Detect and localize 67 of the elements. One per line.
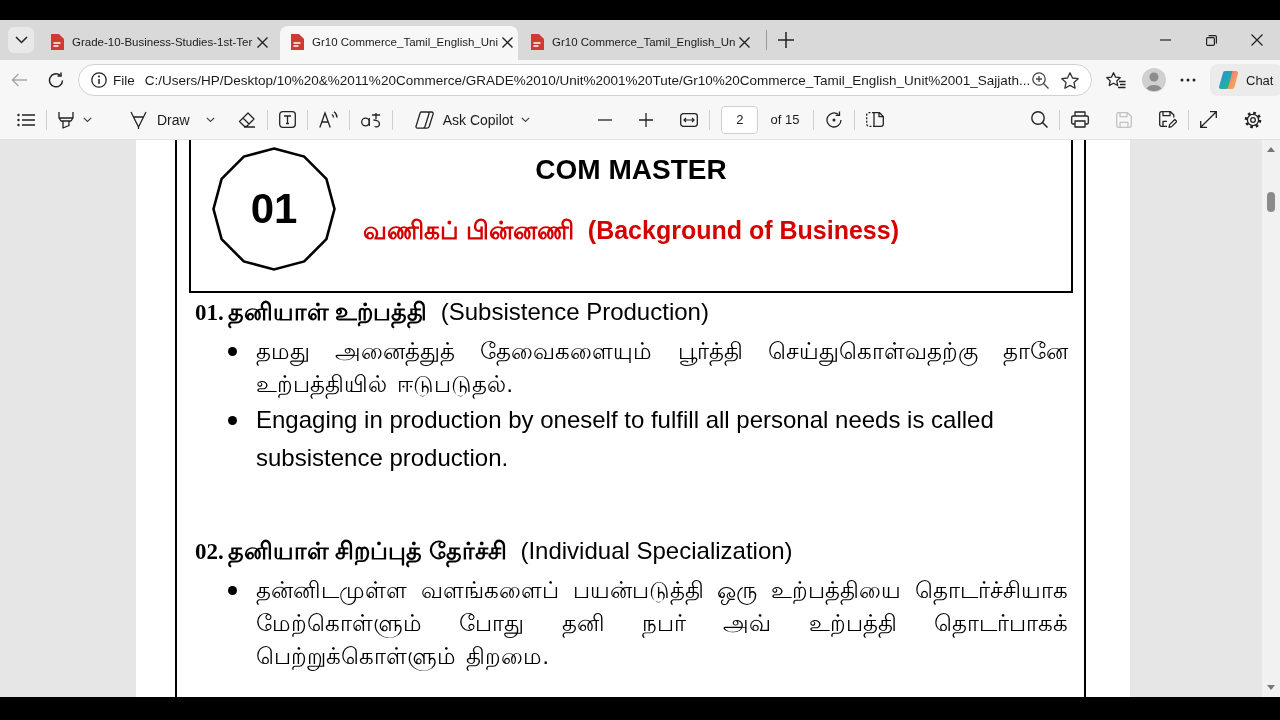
caret-down-icon[interactable] xyxy=(83,116,92,123)
bullet-text: தமது அனைத்துத் தேவைகளையும் பூர்த்தி செய்துகொள்வதற்கு தானே உற்பத்தியில் ஈடுபடுதல். xyxy=(256,337,1068,401)
browser-tab[interactable]: Gr10 Commerce_Tamil_English_Un xyxy=(520,26,758,60)
print-icon[interactable] xyxy=(1071,111,1089,128)
plus-icon[interactable] xyxy=(639,112,654,127)
bullet-text: தன்னிடமுள்ள வளங்களைப் பயன்படுத்தி ஒரு உற்பத்தியை தொடர்ச்சியாக மேற்கொள்ளும் போது தனி நபர் அவ் உற்பத்தி தொடர்பாகக் பெற்றுக்கொள்ளும் திறமை. xyxy=(256,576,1068,673)
file-icon xyxy=(530,34,544,50)
translate-icon[interactable] xyxy=(360,111,381,128)
fit-width-icon[interactable] xyxy=(680,112,699,127)
unit-subtitle: வணிகப் பின்னணி (Background of Business) xyxy=(362,215,900,245)
page-number-field[interactable]: 2 xyxy=(721,105,759,134)
eraser-icon[interactable] xyxy=(237,111,256,128)
browser-tab[interactable]: Gr10 Commerce_Tamil_English_Uni xyxy=(280,26,518,60)
chat-button[interactable]: Chat xyxy=(1210,64,1280,96)
minimize-icon xyxy=(1159,39,1171,41)
scrollbar-thumb[interactable] xyxy=(1267,192,1275,212)
bullet-dot-icon xyxy=(228,416,237,425)
pen-icon xyxy=(130,110,147,129)
contents-list-icon[interactable] xyxy=(17,112,35,127)
restore-icon xyxy=(1205,34,1217,46)
bullet-dot-icon xyxy=(228,347,237,356)
caret-down-icon xyxy=(205,116,215,123)
more-icon[interactable] xyxy=(1180,78,1196,82)
url-text: C:/Users/HP/Desktop/10%20&%2011%20Commerce/GRADE%2010/Unit%2001%20Tute/Gr10%20Commerce_Tamil_English_Unit%2001_Sajjath... xyxy=(144,72,1031,88)
avatar-icon[interactable] xyxy=(1142,68,1166,92)
browser-tab[interactable]: Grade-10-Business-Studies-1st-Ter xyxy=(40,26,278,60)
refresh-icon[interactable] xyxy=(48,72,64,88)
dodecagon-frame-icon xyxy=(212,147,336,271)
unit-number: 01 xyxy=(250,185,298,233)
bullet-dot-icon xyxy=(228,586,237,595)
document-title: COM MASTER xyxy=(534,153,728,187)
info-icon xyxy=(91,72,107,88)
ask-copilot-button[interactable]: Ask Copilot xyxy=(408,104,537,135)
scroll-up-icon[interactable] xyxy=(1267,147,1275,152)
site-info-button[interactable]: File xyxy=(85,68,141,92)
star-icon[interactable] xyxy=(1061,71,1079,89)
page-count: of 15 xyxy=(770,112,800,127)
fullscreen-icon[interactable] xyxy=(1200,111,1217,128)
minus-icon[interactable] xyxy=(598,118,613,121)
draw-button[interactable]: Draw xyxy=(124,104,221,135)
favorites-icon[interactable] xyxy=(1106,71,1126,89)
text-box-icon[interactable] xyxy=(278,111,296,128)
chevron-down-icon xyxy=(14,36,28,44)
two-page-view-icon[interactable] xyxy=(866,112,885,127)
tab-list-button[interactable] xyxy=(8,27,34,53)
scroll-down-icon[interactable] xyxy=(1267,685,1275,690)
app-logo-icon xyxy=(1218,70,1240,90)
rotate-icon[interactable] xyxy=(825,111,844,128)
close-icon[interactable] xyxy=(257,36,268,48)
zoom-in-icon[interactable] xyxy=(1032,71,1049,89)
read-aloud-icon[interactable] xyxy=(318,111,338,128)
file-icon xyxy=(50,34,64,50)
settings-icon[interactable] xyxy=(1244,110,1262,129)
section-number: 02. xyxy=(195,538,224,566)
overlapping-shapes-icon xyxy=(414,110,435,129)
search-icon[interactable] xyxy=(1031,111,1048,128)
file-icon xyxy=(290,34,304,50)
section-number: 01. xyxy=(195,299,224,327)
save-as-icon[interactable] xyxy=(1159,111,1177,128)
close-icon xyxy=(1251,34,1263,46)
plus-icon[interactable] xyxy=(778,32,794,48)
close-icon[interactable] xyxy=(502,36,513,48)
close-icon[interactable] xyxy=(739,36,751,48)
address-field[interactable]: File C:/Users/HP/Desktop/10%20&%2011%20Commerce/GRADE%2010/Unit%2001%20Tute/Gr10%20Commerce_Tamil_English_Unit%2001_Sajjath... xyxy=(78,64,1092,96)
highlighter-icon[interactable] xyxy=(58,110,74,129)
bullet-text: Engaging in production by oneself to fulfill all personal needs is called subsistence production. xyxy=(256,405,995,473)
caret-down-icon xyxy=(521,116,531,123)
